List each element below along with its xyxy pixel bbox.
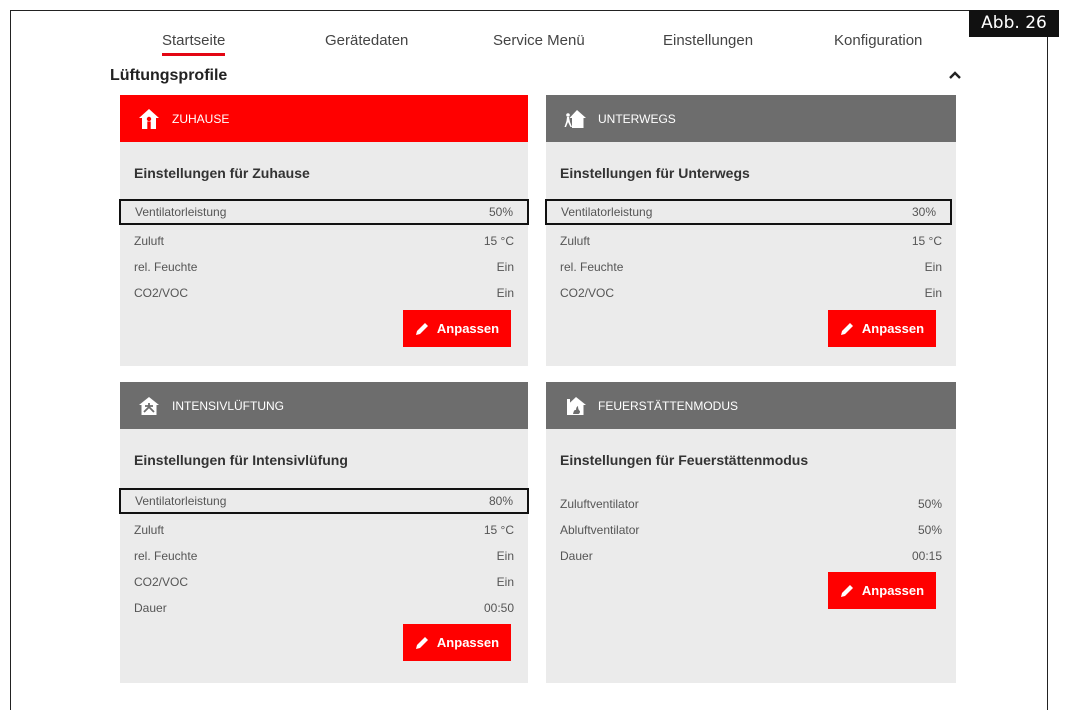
- pencil-icon: [840, 322, 853, 335]
- nav-item-konfiguration[interactable]: Konfiguration: [834, 32, 922, 49]
- button-label: Anpassen: [436, 321, 500, 336]
- setting-value: 15 °C: [483, 523, 514, 537]
- setting-label: Dauer: [134, 601, 167, 615]
- card-subtitle: Einstellungen für Feuerstättenmodus: [560, 452, 809, 468]
- setting-label: CO2/VOC: [134, 286, 189, 300]
- fireplace-home-icon: [567, 396, 586, 415]
- setting-row: Zuluft 15 °C: [120, 517, 528, 543]
- setting-label: rel. Feuchte: [134, 260, 198, 274]
- card-subtitle: Einstellungen für Zuhause: [134, 165, 310, 181]
- card-header-title: UNTERWEGS: [598, 111, 676, 126]
- setting-label: Ventilatorleistung: [135, 205, 227, 219]
- setting-value: Ein: [496, 260, 514, 274]
- setting-label: Zuluft: [560, 234, 591, 248]
- setting-label: CO2/VOC: [134, 575, 189, 589]
- setting-row: CO2/VOC Ein: [546, 280, 956, 306]
- setting-value: Ein: [496, 549, 514, 563]
- setting-label: Zuluftventilator: [560, 497, 639, 511]
- setting-value: 15 °C: [911, 234, 942, 248]
- setting-value: 00:15: [911, 549, 942, 563]
- profile-card-feuerstaettenmodus: FEUERSTÄTTENMODUS Einstellungen für Feue…: [546, 382, 956, 683]
- figure-label: Abb. 26: [969, 10, 1059, 37]
- setting-row: Zuluft 15 °C: [120, 228, 528, 254]
- nav-item-startseite[interactable]: Startseite: [162, 32, 226, 56]
- away-home-icon: [564, 109, 586, 128]
- setting-row: rel. Feuchte Ein: [120, 254, 528, 280]
- card-header-intensivlueftung[interactable]: INTENSIVLÜFTUNG: [120, 382, 528, 429]
- adjust-button-zuhause[interactable]: Anpassen: [403, 310, 511, 347]
- top-nav: Startseite Gerätedaten Service Menü Eins…: [110, 32, 960, 62]
- setting-value: 50%: [917, 523, 942, 537]
- adjust-button-feuerstaettenmodus[interactable]: Anpassen: [828, 572, 936, 609]
- setting-value: Ein: [924, 260, 942, 274]
- setting-label: rel. Feuchte: [134, 549, 198, 563]
- section-title: Lüftungsprofile: [110, 67, 228, 84]
- setting-value: Ein: [496, 286, 514, 300]
- setting-row: rel. Feuchte Ein: [120, 543, 528, 569]
- setting-row: rel. Feuchte Ein: [546, 254, 956, 280]
- card-header-title: FEUERSTÄTTENMODUS: [598, 398, 739, 413]
- card-subtitle: Einstellungen für Intensivlüfung: [134, 452, 348, 468]
- setting-row: Zuluft 15 °C: [546, 228, 956, 254]
- nav-item-einstellungen[interactable]: Einstellungen: [663, 32, 753, 49]
- setting-row: Ventilatorleistung 80%: [119, 488, 529, 514]
- setting-value: 80%: [488, 494, 513, 508]
- nav-item-service-menu[interactable]: Service Menü: [493, 32, 585, 49]
- setting-label: Zuluft: [134, 523, 165, 537]
- setting-row: Dauer 00:50: [120, 595, 528, 621]
- setting-label: Ventilatorleistung: [561, 205, 653, 219]
- setting-row: Dauer 00:15: [546, 543, 956, 569]
- setting-row: Zuluftventilator 50%: [546, 491, 956, 517]
- profile-card-unterwegs: UNTERWEGS Einstellungen für Unterwegs Ve…: [545, 95, 956, 366]
- setting-label: Abluftventilator: [560, 523, 640, 537]
- button-label: Anpassen: [436, 635, 500, 650]
- setting-label: Zuluft: [134, 234, 165, 248]
- setting-row: CO2/VOC Ein: [120, 569, 528, 595]
- setting-value: 30%: [911, 205, 936, 219]
- pencil-icon: [415, 636, 428, 649]
- setting-label: Dauer: [560, 549, 593, 563]
- setting-row: CO2/VOC Ein: [120, 280, 528, 306]
- home-person-icon: [139, 108, 159, 129]
- card-header-title: ZUHAUSE: [172, 111, 230, 126]
- setting-row: Ventilatorleistung 30%: [545, 199, 952, 225]
- card-header-zuhause[interactable]: ZUHAUSE: [120, 95, 528, 142]
- setting-value: Ein: [496, 575, 514, 589]
- card-header-feuerstaettenmodus[interactable]: FEUERSTÄTTENMODUS: [546, 382, 956, 429]
- pencil-icon: [840, 584, 853, 597]
- card-header-title: INTENSIVLÜFTUNG: [172, 398, 285, 413]
- chevron-up-icon[interactable]: [947, 67, 963, 83]
- setting-row: Ventilatorleistung 50%: [119, 199, 529, 225]
- setting-value: Ein: [924, 286, 942, 300]
- profile-card-intensivlueftung: INTENSIVLÜFTUNG Einstellungen für Intens…: [119, 382, 529, 683]
- setting-label: CO2/VOC: [560, 286, 615, 300]
- setting-value: 00:50: [483, 601, 514, 615]
- adjust-button-unterwegs[interactable]: Anpassen: [828, 310, 936, 347]
- button-label: Anpassen: [861, 321, 925, 336]
- nav-item-geraetedaten[interactable]: Gerätedaten: [325, 32, 408, 49]
- pencil-icon: [415, 322, 428, 335]
- button-label: Anpassen: [861, 583, 925, 598]
- setting-label: Ventilatorleistung: [135, 494, 227, 508]
- profile-card-zuhause: ZUHAUSE Einstellungen für Zuhause Ventil…: [119, 95, 529, 366]
- setting-label: rel. Feuchte: [560, 260, 624, 274]
- card-header-unterwegs[interactable]: UNTERWEGS: [546, 95, 956, 142]
- intensive-ventilation-icon: [139, 396, 159, 415]
- setting-row: Abluftventilator 50%: [546, 517, 956, 543]
- card-subtitle: Einstellungen für Unterwegs: [560, 165, 750, 181]
- setting-value: 15 °C: [483, 234, 514, 248]
- adjust-button-intensivlueftung[interactable]: Anpassen: [403, 624, 511, 661]
- setting-value: 50%: [488, 205, 513, 219]
- setting-value: 50%: [917, 497, 942, 511]
